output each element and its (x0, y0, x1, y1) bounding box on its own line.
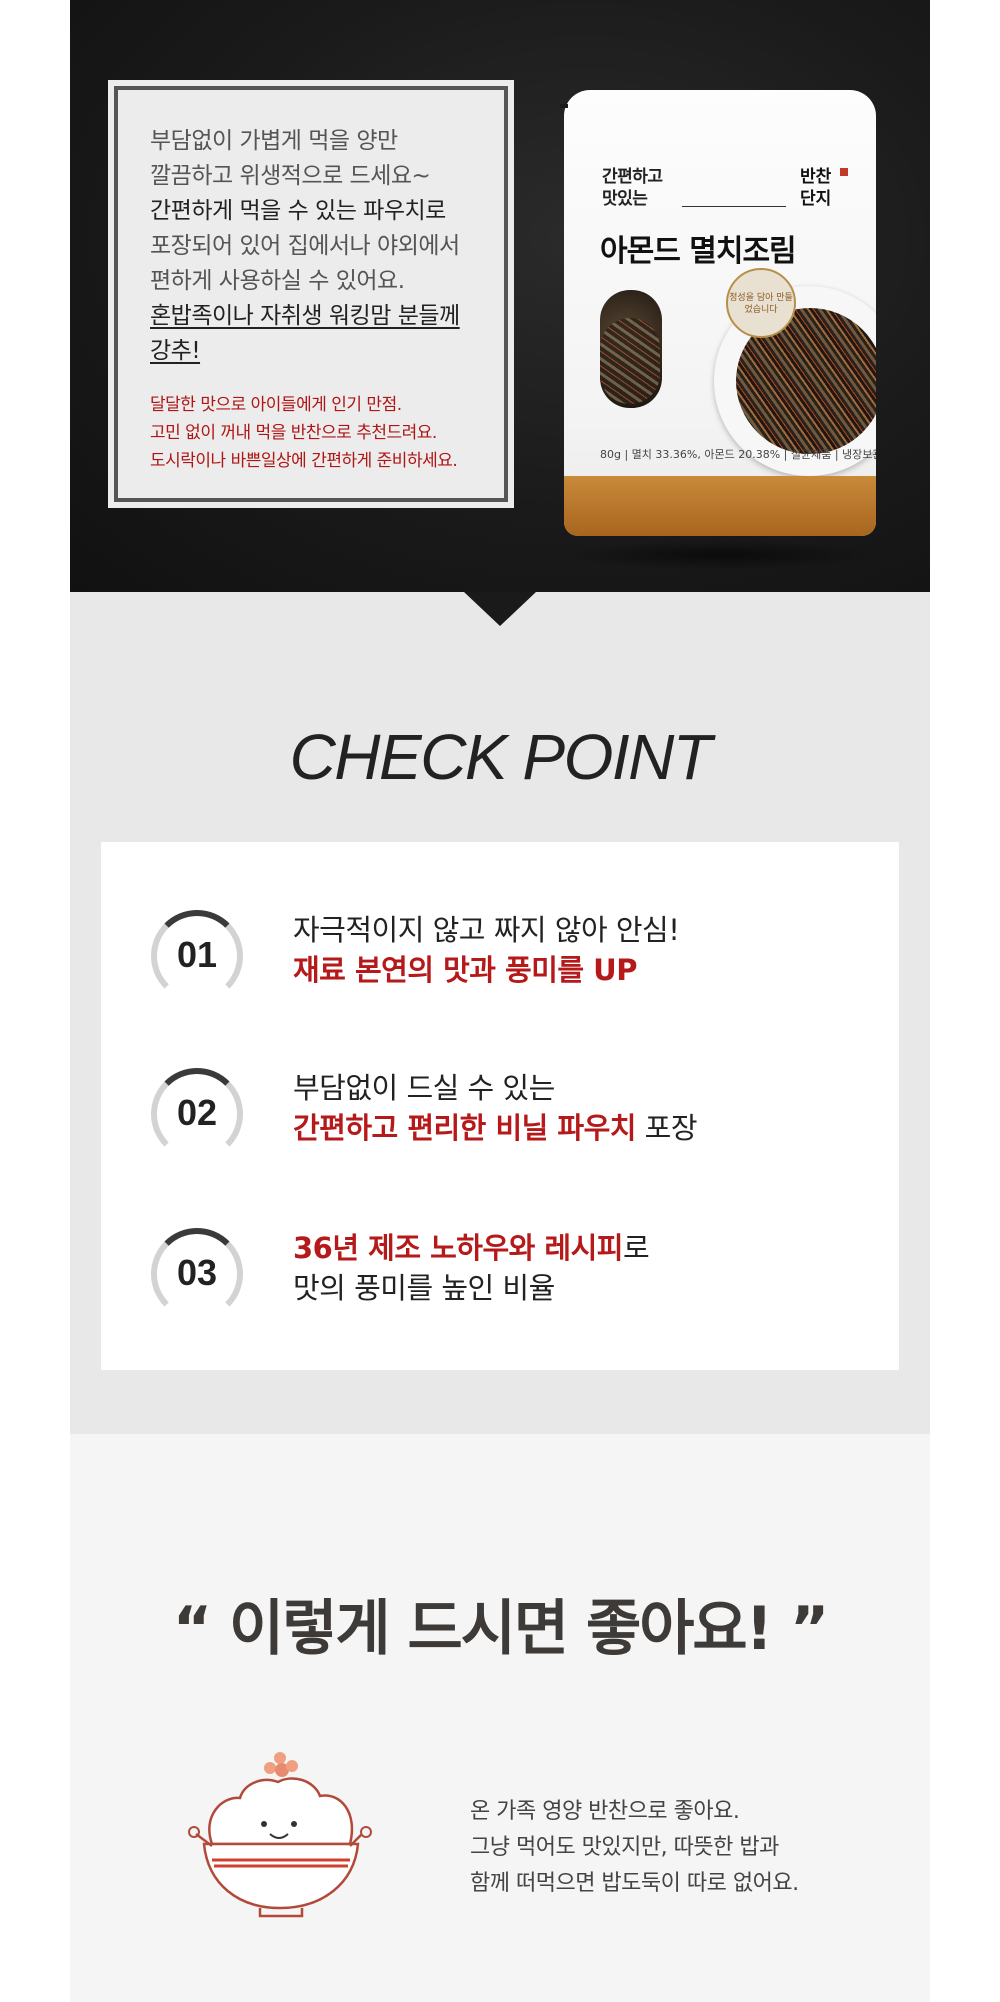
serving-line-3: 함께 떠먹으면 밥도둑이 따로 없어요. (470, 1871, 799, 1896)
check-number: 01 (176, 934, 218, 975)
pouch-badge: 정성을 담아 만들었습니다 (726, 268, 796, 338)
check-highlight: 재료 본연의 맛과 풍미를 UP (293, 953, 638, 987)
pouch-brand-logo: 반찬 단지 (800, 166, 844, 210)
hero-line-1: 부담없이 가볍게 먹을 양만 (150, 128, 398, 154)
check-point-card: 01 자극적이지 않고 짜지 않아 안심! 재료 본연의 맛과 풍미를 UP 0… (101, 842, 899, 1370)
serving-description: 온 가족 영양 반찬으로 좋아요. 그냥 먹어도 맛있지만, 따뜻한 밥과 함께… (470, 1794, 799, 1902)
brand-mark-icon (840, 168, 848, 176)
serving-title: “ 이렇게 드시면 좋아요! ” (172, 1594, 830, 1664)
hero-line-2: 깔끔하고 위생적으로 드세요~ (150, 163, 431, 189)
check-line-2: 맛의 풍미를 높인 비율 (293, 1271, 555, 1305)
pouch-bottom-band (564, 476, 876, 536)
serving-line-2: 그냥 먹어도 맛있지만, 따뜻한 밥과 (470, 1835, 779, 1860)
hero-line-7: 강추! (150, 338, 201, 364)
pouch-tagline-2: 맛있는 (602, 189, 648, 209)
pouch-shadow (564, 540, 876, 570)
pouch-window-food (600, 318, 660, 404)
rice-bowl-icon (188, 1752, 372, 1918)
check-point-text: 36년 제조 노하우와 레시피로 맛의 풍미를 높인 비율 (293, 1228, 650, 1308)
hero-red-line-3: 도시락이나 바쁜일상에 간편하게 준비하세요. (150, 451, 458, 471)
check-point-text: 자극적이지 않고 짜지 않아 안심! 재료 본연의 맛과 풍미를 UP (293, 910, 680, 990)
pouch-tagline: 간편하고 맛있는 (602, 166, 663, 210)
brand-line-2: 단지 (800, 189, 832, 209)
check-number-badge: 03 (151, 1228, 243, 1320)
check-point-title: CHECK POINT (289, 721, 712, 793)
pouch-footer-info: 80g | 멸치 33.36%, 아몬드 20.38% | 실균제품 | 냉장보… (600, 448, 876, 461)
check-point-item-1: 01 자극적이지 않고 짜지 않아 안심! 재료 본연의 맛과 풍미를 UP (151, 910, 851, 1010)
check-number: 02 (176, 1092, 218, 1133)
check-line-1: 부담없이 드실 수 있는 (293, 1071, 555, 1105)
pouch-tagline-1: 간편하고 (602, 167, 663, 187)
serving-line-1: 온 가족 영양 반찬으로 좋아요. (470, 1799, 740, 1824)
check-point-item-2: 02 부담없이 드실 수 있는 간편하고 편리한 비닐 파우치 포장 (151, 1068, 851, 1168)
check-number: 03 (176, 1252, 218, 1293)
product-pouch-image: 간편하고 맛있는 아몬드 멸치조림 반찬 단지 정성을 담아 만들었습니다 80… (560, 90, 876, 536)
check-point-section: CHECK POINT 01 자극적이지 않고 짜지 않아 안심! 재료 본연의… (70, 592, 930, 1434)
check-highlight: 36년 제조 노하우와 레시피 (293, 1231, 623, 1265)
product-detail-page: 부담없이 가볍게 먹을 양만 깔끔하고 위생적으로 드세요~ 간편하게 먹을 수… (0, 0, 1000, 2002)
check-number-badge: 02 (151, 1068, 243, 1160)
check-number-badge: 01 (151, 910, 243, 1002)
pouch-product-name: 아몬드 멸치조림 (600, 234, 797, 269)
hero-line-6: 혼밥족이나 자취생 워킹맘 분들께 (150, 303, 460, 329)
hero-line-3: 간편하게 먹을 수 있는 파우치로 (150, 198, 446, 224)
check-line-1: 자극적이지 않고 짜지 않아 안심! (293, 913, 680, 947)
hero-text-box: 부담없이 가볍게 먹을 양만 깔끔하고 위생적으로 드세요~ 간편하게 먹을 수… (108, 80, 514, 508)
serving-suggestion-section: “ 이렇게 드시면 좋아요! ” 온 가족 영양 반찬으로 좋아요. 그냥 먹어… (70, 1434, 930, 2002)
check-line-2-suffix: 포장 (635, 1111, 698, 1145)
hero-line-4: 포장되어 있어 집에서나 야외에서 (150, 233, 460, 259)
pouch-rule (682, 206, 786, 207)
check-highlight: 간편하고 편리한 비닐 파우치 (293, 1111, 636, 1145)
section-arrow-icon (464, 592, 536, 626)
check-point-text: 부담없이 드실 수 있는 간편하고 편리한 비닐 파우치 포장 (293, 1068, 698, 1148)
pouch-notch (560, 104, 568, 108)
check-point-item-3: 03 36년 제조 노하우와 레시피로 맛의 풍미를 높인 비율 (151, 1228, 851, 1328)
pouch-body: 간편하고 맛있는 아몬드 멸치조림 반찬 단지 정성을 담아 만들었습니다 80… (564, 90, 876, 536)
hero-section: 부담없이 가볍게 먹을 양만 깔끔하고 위생적으로 드세요~ 간편하게 먹을 수… (70, 0, 930, 592)
check-line-1-suffix: 로 (622, 1231, 650, 1265)
hero-red-line-2: 고민 없이 꺼내 먹을 반찬으로 추천드려요. (150, 423, 437, 443)
hero-line-5: 편하게 사용하실 수 있어요. (150, 268, 405, 294)
hero-red-line-1: 달달한 맛으로 아이들에게 인기 만점. (150, 395, 402, 415)
brand-line-1: 반찬 (800, 167, 832, 187)
